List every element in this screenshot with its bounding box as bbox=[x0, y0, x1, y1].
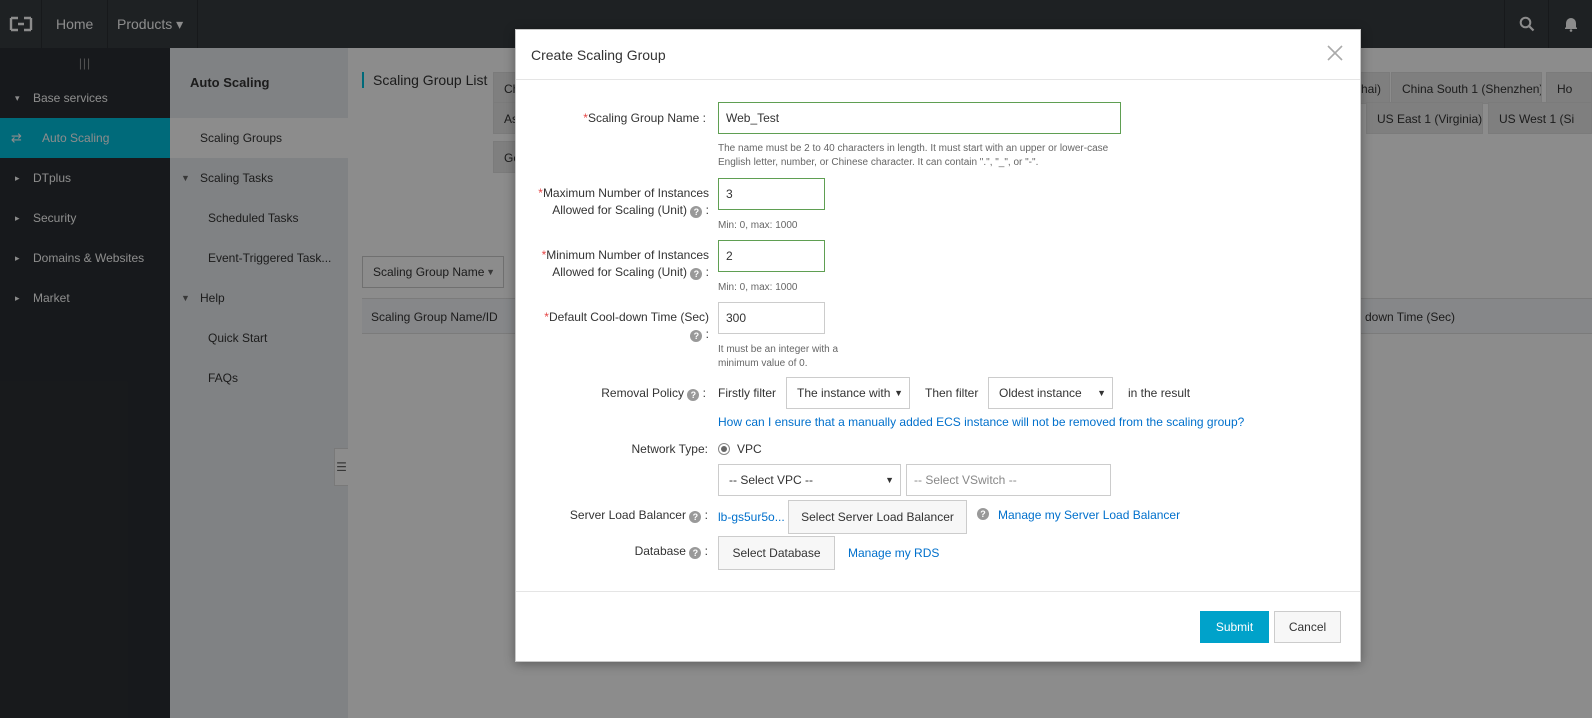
chevron-down-icon: ▼ bbox=[892, 378, 903, 408]
submit-button[interactable]: Submit bbox=[1200, 611, 1269, 643]
cooldown-label: *Default Cool-down Time (Sec) ? : bbox=[526, 309, 709, 343]
help-icon[interactable]: ? bbox=[690, 206, 703, 218]
label-text: Allowed for Scaling (Unit) bbox=[552, 265, 687, 279]
help-icon[interactable]: ? bbox=[690, 268, 703, 280]
min-instances-label: *Minimum Number of Instances Allowed for… bbox=[526, 247, 709, 281]
colon: : bbox=[702, 386, 706, 400]
removal-second-filter-select[interactable]: Oldest instance ▼ bbox=[988, 377, 1113, 409]
max-instances-label: *Maximum Number of Instances Allowed for… bbox=[526, 185, 709, 219]
label-text: Server Load Balancer bbox=[569, 508, 686, 522]
colon: : bbox=[705, 203, 709, 217]
scaling-group-name-input[interactable]: Web_Test bbox=[718, 102, 1121, 134]
in-result-text: in the result bbox=[1128, 386, 1191, 400]
manage-slb-link[interactable]: Manage my Server Load Balancer bbox=[998, 507, 1180, 524]
label-text: Removal Policy bbox=[601, 386, 684, 400]
scaling-group-name-hint: The name must be 2 to 40 characters in l… bbox=[718, 143, 1109, 168]
cooldown-hint: It must be an integer with a minimum val… bbox=[718, 344, 839, 369]
network-type-label: Network Type: bbox=[631, 442, 708, 456]
max-instances-input[interactable]: 3 bbox=[718, 178, 825, 210]
colon: : bbox=[704, 508, 708, 522]
chevron-down-icon: ▼ bbox=[883, 465, 894, 495]
scaling-group-name-label: *Scaling Group Name : bbox=[556, 110, 706, 127]
chevron-down-icon: ▼ bbox=[1095, 378, 1106, 408]
label-text: Scaling Group Name : bbox=[587, 111, 706, 125]
close-icon[interactable] bbox=[1326, 44, 1344, 62]
select-value: The instance with bbox=[797, 386, 891, 400]
label-text: Allowed for Scaling (Unit) bbox=[552, 203, 687, 217]
selected-slb-value[interactable]: lb-gs5ur5o... bbox=[718, 509, 785, 526]
dialog-body: *Scaling Group Name : Web_Test The name … bbox=[516, 81, 1360, 591]
manage-rds-link[interactable]: Manage my RDS bbox=[848, 545, 939, 562]
colon: : bbox=[705, 327, 709, 341]
vpc-radio[interactable] bbox=[718, 443, 730, 455]
dialog-title: Create Scaling Group bbox=[531, 47, 666, 63]
colon: : bbox=[705, 265, 709, 279]
label-text: Database bbox=[634, 544, 686, 558]
create-scaling-group-dialog: Create Scaling Group *Scaling Group Name… bbox=[515, 29, 1361, 662]
label-text: Default Cool-down Time (Sec) bbox=[548, 310, 709, 324]
select-value: Oldest instance bbox=[999, 386, 1082, 400]
slb-label: Server Load Balancer ? : bbox=[546, 507, 708, 524]
label-text: Minimum Number of Instances bbox=[546, 248, 709, 262]
dialog-header: Create Scaling Group bbox=[516, 30, 1360, 80]
removal-first-filter-select[interactable]: The instance with ▼ bbox=[786, 377, 910, 409]
min-instances-hint: Min: 0, max: 1000 bbox=[718, 282, 798, 293]
then-filter-text: Then filter bbox=[925, 386, 979, 400]
select-database-button[interactable]: Select Database bbox=[718, 536, 835, 570]
label-text: Maximum Number of Instances bbox=[542, 186, 709, 200]
removal-help-link[interactable]: How can I ensure that a manually added E… bbox=[718, 414, 1244, 431]
vpc-select[interactable]: -- Select VPC -- ▼ bbox=[718, 464, 901, 496]
min-instances-input[interactable]: 2 bbox=[718, 240, 825, 272]
cooldown-input[interactable]: 300 bbox=[718, 302, 825, 334]
dialog-footer: Submit Cancel bbox=[516, 591, 1360, 663]
vpc-radio-label: VPC bbox=[737, 442, 762, 456]
removal-policy-label: Removal Policy ? : bbox=[556, 385, 706, 402]
help-icon[interactable]: ? bbox=[687, 389, 700, 401]
help-icon[interactable]: ? bbox=[977, 508, 989, 520]
help-icon[interactable]: ? bbox=[689, 511, 702, 523]
select-slb-button[interactable]: Select Server Load Balancer bbox=[788, 500, 967, 534]
database-label: Database ? : bbox=[556, 543, 708, 560]
firstly-filter-text: Firstly filter bbox=[718, 386, 776, 400]
select-value: -- Select VPC -- bbox=[729, 473, 814, 487]
max-instances-hint: Min: 0, max: 1000 bbox=[718, 220, 798, 231]
cancel-button[interactable]: Cancel bbox=[1274, 611, 1341, 643]
colon: : bbox=[704, 544, 708, 558]
vswitch-select[interactable]: -- Select VSwitch -- bbox=[906, 464, 1111, 496]
help-icon[interactable]: ? bbox=[689, 547, 702, 559]
help-icon[interactable]: ? bbox=[690, 330, 703, 342]
